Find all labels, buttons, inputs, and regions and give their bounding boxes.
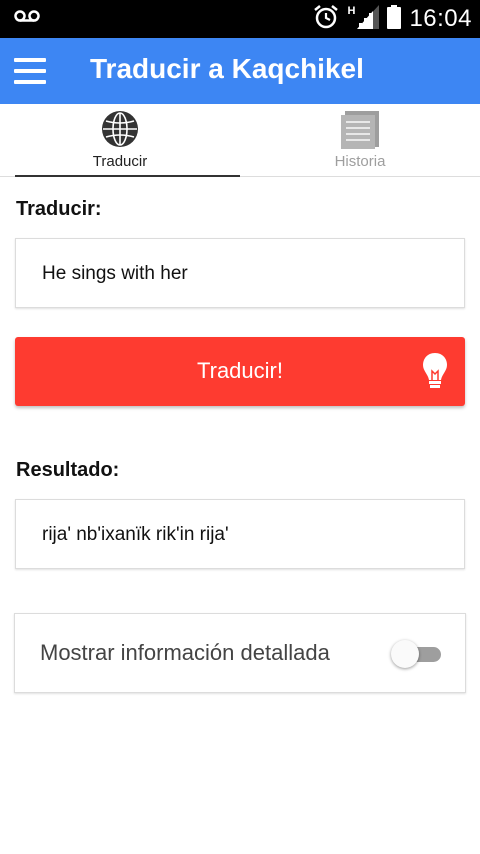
translate-button-label: Traducir! <box>197 358 283 383</box>
input-label: Traducir: <box>16 198 102 220</box>
alarm-icon <box>313 4 339 34</box>
tab-label: Traducir <box>92 153 148 170</box>
result-field[interactable]: rija' nb'ixanïk rik'in rija' <box>15 499 465 569</box>
switch-thumb <box>391 640 419 668</box>
battery-icon <box>387 5 402 33</box>
tab-label: Historia <box>334 153 386 170</box>
translate-button[interactable]: Traducir! <box>15 337 465 406</box>
signal-icon <box>357 5 380 33</box>
tab-historia[interactable]: Historia <box>240 104 480 176</box>
document-icon <box>340 109 380 149</box>
detail-info-switch[interactable] <box>391 638 443 670</box>
result-value: rija' nb'ixanïk rik'in rija' <box>42 524 229 545</box>
tab-selected-indicator <box>15 175 240 177</box>
translate-input[interactable]: He sings with her <box>15 238 465 308</box>
result-label: Resultado: <box>16 459 120 481</box>
hamburger-menu-icon[interactable] <box>14 58 46 84</box>
globe-icon <box>100 109 140 149</box>
lightbulb-icon <box>422 351 448 391</box>
app-title: Traducir a Kaqchikel <box>90 53 364 84</box>
network-type-label: H <box>347 5 356 17</box>
clock-time: 16:04 <box>409 5 472 32</box>
app-bar: Traducir a Kaqchikel <box>0 38 480 104</box>
voicemail-icon <box>14 8 40 27</box>
tab-bar: Traducir Historia <box>0 104 480 177</box>
translate-input-value: He sings with her <box>42 263 188 284</box>
status-bar: H 16:04 <box>0 0 480 38</box>
detail-info-card: Mostrar información detallada <box>14 613 466 693</box>
detail-info-label: Mostrar información detallada <box>40 640 330 665</box>
tab-traducir[interactable]: Traducir <box>0 104 240 177</box>
